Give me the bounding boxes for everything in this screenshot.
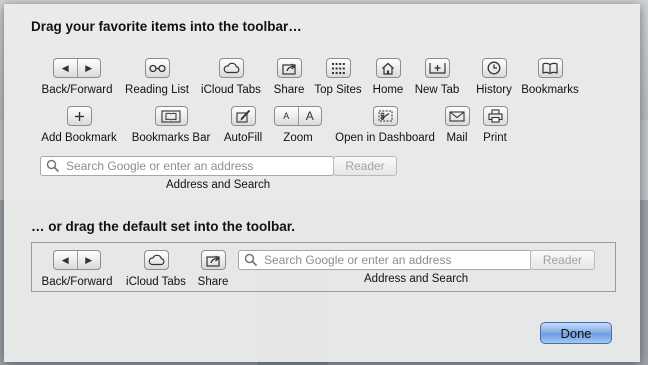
home-item[interactable]: Home xyxy=(368,58,408,96)
favorites-heading: Drag your favorite items into the toolba… xyxy=(31,19,302,34)
icloud-tabs-item[interactable]: iCloud Tabs xyxy=(196,58,266,96)
default-back-forward-item[interactable]: ◀ ▶ Back/Forward xyxy=(38,250,116,288)
default-address-search-field[interactable]: Search Google or enter an address xyxy=(238,250,532,270)
bookmarks-item[interactable]: Bookmarks xyxy=(518,58,582,96)
new-tab-icon xyxy=(424,58,450,78)
default-reader-button[interactable]: Reader xyxy=(530,250,595,270)
add-bookmark-icon xyxy=(66,106,92,126)
address-search-caption: Address and Search xyxy=(166,179,271,191)
default-set-heading: … or drag the default set into the toolb… xyxy=(31,219,296,234)
history-icon xyxy=(481,58,507,78)
search-placeholder: Search Google or enter an address xyxy=(264,253,452,267)
reader-button[interactable]: Reader xyxy=(333,156,397,176)
history-item[interactable]: History xyxy=(470,58,518,96)
autofill-icon xyxy=(230,106,256,126)
new-tab-item[interactable]: New Tab xyxy=(412,58,462,96)
icloud-icon xyxy=(218,58,244,78)
bookmarks-bar-icon xyxy=(154,106,188,126)
share-icon xyxy=(200,250,226,270)
print-icon xyxy=(482,106,508,126)
search-icon xyxy=(46,159,60,173)
top-sites-icon xyxy=(325,58,351,78)
reading-list-item[interactable]: Reading List xyxy=(120,58,194,96)
mail-icon xyxy=(444,106,470,126)
back-forward-icon: ◀ ▶ xyxy=(53,250,101,270)
autofill-item[interactable]: AutoFill xyxy=(216,106,270,144)
open-in-dashboard-item[interactable]: Open in Dashboard xyxy=(330,106,440,144)
search-icon xyxy=(244,253,258,267)
back-forward-item[interactable]: ◀ ▶ Back/Forward xyxy=(38,58,116,96)
address-search-field[interactable]: Search Google or enter an address xyxy=(40,156,334,176)
done-button[interactable]: Done xyxy=(540,322,612,344)
reading-list-icon xyxy=(144,58,170,78)
top-sites-item[interactable]: Top Sites xyxy=(310,58,366,96)
customize-toolbar-sheet: Drag your favorite items into the toolba… xyxy=(4,4,640,362)
default-icloud-tabs-item[interactable]: iCloud Tabs xyxy=(121,250,191,288)
search-placeholder: Search Google or enter an address xyxy=(66,159,254,173)
print-item[interactable]: Print xyxy=(478,106,512,144)
dashboard-icon xyxy=(372,106,398,126)
bookmarks-icon xyxy=(537,58,563,78)
default-address-search-caption: Address and Search xyxy=(364,273,469,285)
bookmarks-bar-item[interactable]: Bookmarks Bar xyxy=(127,106,215,144)
default-share-item[interactable]: Share xyxy=(193,250,233,288)
add-bookmark-item[interactable]: Add Bookmark xyxy=(38,106,120,144)
zoom-item[interactable]: A A Zoom xyxy=(274,106,322,144)
share-icon xyxy=(276,58,302,78)
share-item[interactable]: Share xyxy=(269,58,309,96)
mail-item[interactable]: Mail xyxy=(442,106,472,144)
home-icon xyxy=(375,58,401,78)
zoom-icon: A A xyxy=(274,106,322,126)
icloud-icon xyxy=(143,250,169,270)
back-forward-icon: ◀ ▶ xyxy=(53,58,101,78)
